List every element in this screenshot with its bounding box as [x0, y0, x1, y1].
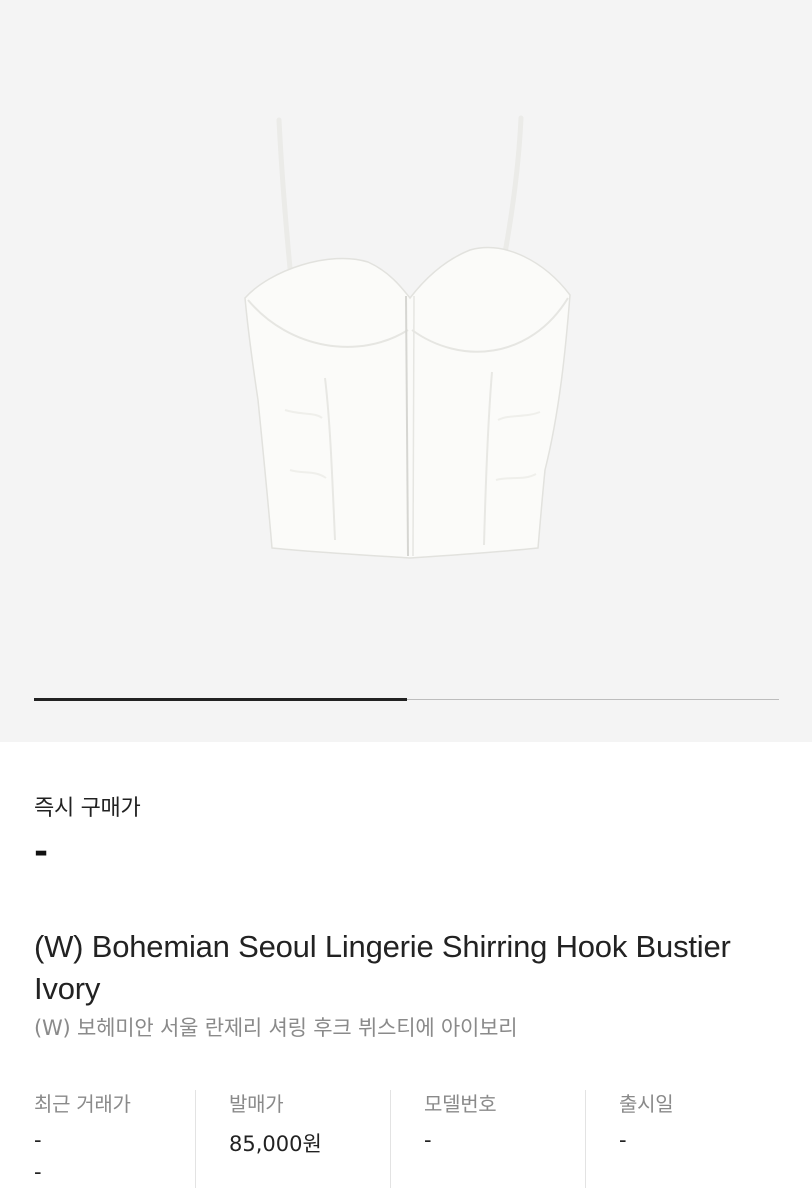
release-date-value: -	[619, 1128, 627, 1152]
release-date-label: 출시일	[619, 1092, 674, 1116]
recent-price-column: 최근 거래가 - -	[34, 1088, 195, 1200]
recent-price-change: -	[34, 1160, 42, 1184]
model-number-value: -	[424, 1128, 432, 1152]
product-info-row: 최근 거래가 - - 발매가 85,000원 모델번호 - 출시일 -	[34, 1088, 780, 1200]
recent-price-value: -	[34, 1128, 42, 1152]
release-price-value: 85,000원	[229, 1132, 322, 1156]
release-price-label: 발매가	[229, 1092, 284, 1116]
product-title-en: (W) Bohemian Seoul Lingerie Shirring Hoo…	[34, 929, 731, 1006]
model-number-column: 모델번호 -	[390, 1088, 585, 1200]
instant-buy-price: -	[34, 832, 49, 872]
product-image-carousel[interactable]	[0, 0, 812, 742]
model-number-label: 모델번호	[424, 1092, 497, 1116]
recent-price-label: 최근 거래가	[34, 1092, 131, 1116]
release-price-column: 발매가 85,000원	[195, 1088, 390, 1200]
carousel-progress-fill	[34, 698, 407, 701]
release-date-column: 출시일 -	[585, 1088, 780, 1200]
product-title-ko: (W) 보헤미안 서울 란제리 셔링 후크 뷔스티에 아이보리	[34, 1016, 518, 1040]
carousel-progress-track[interactable]	[34, 698, 779, 701]
instant-buy-label: 즉시 구매가	[34, 796, 141, 821]
product-image[interactable]	[0, 0, 812, 640]
